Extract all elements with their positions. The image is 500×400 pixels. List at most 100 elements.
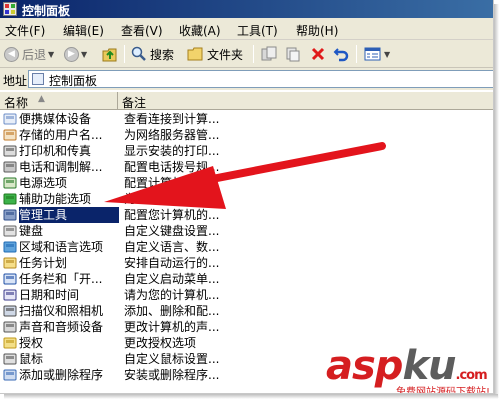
back-button[interactable]: ◀ 后退 ▼ (4, 45, 54, 63)
control-panel-icon (3, 2, 17, 16)
copy-to-button[interactable] (285, 45, 301, 63)
list-item[interactable]: 区域和语言选项 自定义语言、数... (0, 239, 493, 255)
window-title: 控制面板 (22, 4, 71, 18)
item-description: 安装或删除程序... (124, 368, 220, 382)
delete-x-icon (311, 47, 325, 61)
printer-icon (3, 145, 17, 157)
search-button[interactable]: 搜索 (131, 45, 174, 63)
item-description: 添加、删除和配... (124, 304, 220, 318)
menu-edit[interactable]: 编辑(E) (63, 22, 104, 39)
item-name: 区域和语言选项 (19, 240, 104, 254)
item-name: 授权 (19, 336, 44, 350)
menu-favorites[interactable]: 收藏(A) (179, 22, 221, 39)
accessibility-icon (3, 193, 17, 205)
item-description: 配置计算机... (124, 176, 196, 190)
list-item[interactable]: 管理工具 配置您计算机的... (0, 207, 493, 223)
column-header-bar: 名称 ▲ 备注 (0, 92, 493, 110)
sort-ascending-icon: ▲ (38, 94, 45, 104)
list-item[interactable]: 扫描仪和照相机 添加、删除和配... (0, 303, 493, 319)
item-name: 任务计划 (19, 256, 68, 270)
item-name: 扫描仪和照相机 (19, 304, 104, 318)
item-name: 鼠标 (19, 352, 44, 366)
address-input[interactable]: 控制面板 (28, 70, 493, 88)
list-item[interactable]: 任务计划 安排自动运行的... (0, 255, 493, 271)
forward-button[interactable]: ▶ ▼ (64, 45, 87, 63)
item-description: 安排自动运行的... (124, 256, 220, 270)
list-item[interactable]: 电源选项 配置计算机... (0, 175, 493, 191)
list-item[interactable]: 存储的用户名... 为网络服务器管... (0, 127, 493, 143)
list-item[interactable]: 打印机和传真 显示安装的打印... (0, 143, 493, 159)
list-item[interactable]: 日期和时间 请为您的计算机... (0, 287, 493, 303)
license-icon (3, 337, 17, 349)
list-item[interactable]: 任务栏和「开... 自定义启动菜单... (0, 271, 493, 287)
item-description: 更改授权选项 (124, 336, 197, 350)
toolbar: ◀ 后退 ▼ ▶ ▼ 搜索 文件夹 ▼ (0, 40, 493, 68)
views-grid-icon (364, 47, 381, 61)
item-name: 电源选项 (19, 176, 68, 190)
forward-arrow-icon: ▶ (64, 46, 79, 62)
datetime-icon (3, 289, 17, 301)
column-name-label: 名称 (4, 96, 29, 110)
item-description: 显示安装的打印... (124, 144, 220, 158)
item-name: 日期和时间 (19, 288, 80, 302)
list-item[interactable]: 便携媒体设备 查看连接到计算... (0, 111, 493, 127)
control-panel-icon (32, 73, 44, 85)
up-folder-icon (102, 48, 117, 62)
list-item[interactable]: 辅助功能选项 为... (0, 191, 493, 207)
column-desc-label: 备注 (122, 96, 147, 110)
toolbar-separator (253, 45, 254, 63)
menu-tools[interactable]: 工具(T) (237, 22, 278, 39)
explorer-window: 控制面板 文件(F) 编辑(E) 查看(V) 收藏(A) 工具(T) 帮助(H)… (0, 0, 494, 394)
chevron-down-icon: ▼ (48, 49, 55, 59)
watermark-slogan: 免费网站源码下载站! (396, 387, 491, 394)
item-description: 自定义语言、数... (124, 240, 220, 254)
item-description: 查看连接到计算... (124, 112, 220, 126)
item-name: 任务栏和「开... (19, 272, 103, 286)
move-to-icon (261, 46, 277, 61)
window-shadow-right (494, 4, 499, 398)
views-button[interactable]: ▼ (364, 45, 390, 63)
taskbar-icon (3, 273, 17, 285)
item-description: 更改计算机的声... (124, 320, 220, 334)
column-header-name[interactable]: 名称 ▲ (0, 92, 118, 110)
chevron-down-icon: ▼ (81, 49, 88, 59)
item-description: 为... (124, 192, 148, 206)
menu-bar: 文件(F) 编辑(E) 查看(V) 收藏(A) 工具(T) 帮助(H) (0, 18, 493, 40)
menu-help[interactable]: 帮助(H) (296, 22, 338, 39)
list-item[interactable]: 电话和调制解... 配置电话拨号规... (0, 159, 493, 175)
sound-icon (3, 321, 17, 333)
power-icon (3, 177, 17, 189)
address-bar: 地址(D) 控制面板 (0, 68, 493, 90)
add-remove-icon (3, 369, 17, 381)
undo-button[interactable] (333, 45, 349, 63)
list-item[interactable]: 键盘 自定义键盘设置... (0, 223, 493, 239)
admin-tools-icon (3, 209, 17, 221)
menu-view[interactable]: 查看(V) (121, 22, 163, 39)
menu-file[interactable]: 文件(F) (5, 22, 45, 39)
media-device-icon (3, 113, 17, 125)
item-name: 辅助功能选项 (19, 192, 92, 206)
folders-label: 文件夹 (207, 47, 244, 62)
search-label: 搜索 (150, 47, 175, 62)
item-description: 自定义键盘设置... (124, 224, 220, 238)
list-item[interactable]: 声音和音频设备 更改计算机的声... (0, 319, 493, 335)
mouse-icon (3, 353, 17, 365)
folders-button[interactable]: 文件夹 (187, 45, 243, 63)
back-label: 后退 (22, 47, 47, 62)
move-to-button[interactable] (261, 45, 277, 63)
title-bar[interactable]: 控制面板 (0, 0, 493, 18)
item-name: 键盘 (19, 224, 44, 238)
window-shadow-bottom (4, 394, 498, 399)
toolbar-separator (356, 45, 357, 63)
column-header-desc[interactable]: 备注 (118, 92, 493, 110)
task-schedule-icon (3, 257, 17, 269)
item-description: 自定义启动菜单... (124, 272, 220, 286)
search-icon (131, 46, 146, 61)
item-name: 管理工具 (19, 207, 119, 223)
up-folder-button[interactable] (101, 45, 119, 63)
stored-users-icon (3, 129, 17, 141)
keyboard-icon (3, 225, 17, 237)
delete-button[interactable] (310, 45, 326, 63)
chevron-down-icon: ▼ (384, 49, 391, 59)
scanner-icon (3, 305, 17, 317)
